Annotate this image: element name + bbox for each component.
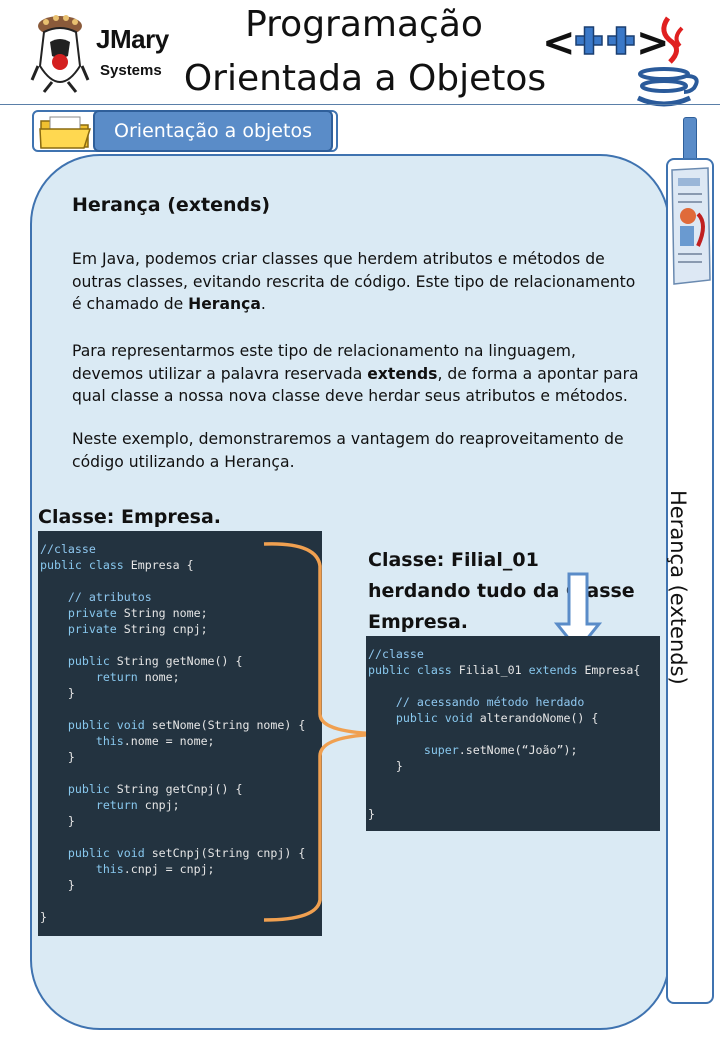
code-line: } xyxy=(368,807,375,821)
paragraph-text: . xyxy=(260,295,266,313)
paragraph-heranca: Em Java, podemos criar classes que herde… xyxy=(72,248,642,316)
code-line: //classe xyxy=(368,647,424,661)
code-line: super.setNome(“João”); xyxy=(423,743,578,757)
sidebar-topic-label: Herança (extends) xyxy=(666,490,690,685)
brand-name: JMary xyxy=(96,24,169,54)
code-line: public class Filial_01 extends Empresa{ xyxy=(368,663,641,677)
code-line: public void alterandoNome() { xyxy=(395,711,599,725)
page-title-line2: Orientada a Objetos xyxy=(183,58,547,99)
bold-term: extends xyxy=(367,364,438,383)
section-title-button[interactable]: Orientação a objetos xyxy=(93,110,333,152)
newspaper-icon xyxy=(671,167,711,285)
svg-text:<: < xyxy=(542,20,576,64)
header-divider xyxy=(0,104,720,105)
java-cup-icon xyxy=(636,16,699,107)
paragraph-text: Em Java, podemos criar classes que herde… xyxy=(72,250,636,313)
section-heading: Herança (extends) xyxy=(72,194,271,216)
page-title-line1: Programação xyxy=(245,4,483,45)
paragraph-exemplo: Neste exemplo, demonstraremos a vantagem… xyxy=(72,430,624,471)
paragraph-extends: Para representarmos este tipo de relacio… xyxy=(72,340,642,408)
code-line: } xyxy=(368,759,403,773)
folder-icon xyxy=(39,116,92,149)
section-title-label: Orientação a objetos xyxy=(114,120,312,142)
code-line: // acessando método herdado xyxy=(368,695,585,709)
empresa-class-label: Classe: Empresa. xyxy=(38,506,221,528)
bold-term: Herança xyxy=(188,295,261,313)
filial-code-block: //classe public class Filial_01 extends E… xyxy=(366,636,660,831)
